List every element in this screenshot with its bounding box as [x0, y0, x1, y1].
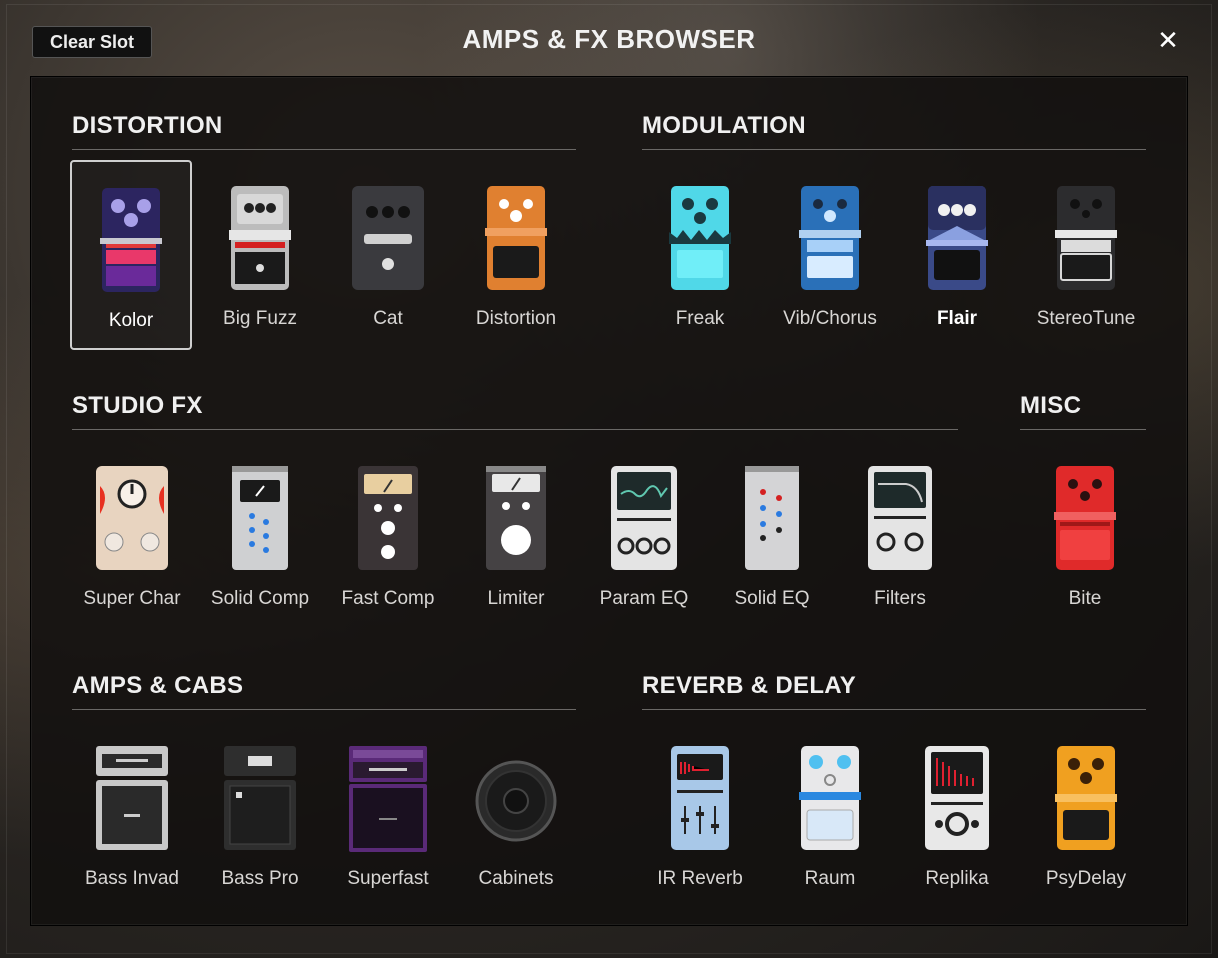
section-title-studio-fx: STUDIO FX	[72, 392, 958, 430]
item-label: Replika	[925, 868, 989, 889]
kolor-pedal-icon	[100, 188, 162, 292]
item-label: Fast Comp	[341, 588, 435, 609]
item-label: Cabinets	[478, 868, 554, 889]
section-title-reverb-delay: REVERB & DELAY	[642, 672, 1146, 710]
item-label: Param EQ	[599, 588, 689, 609]
item-super-char[interactable]: Super Char	[71, 440, 193, 630]
item-label: Solid Comp	[210, 588, 310, 609]
section-title-amps-cabs: AMPS & CABS	[72, 672, 576, 710]
item-bass-invad[interactable]: Bass Invad	[71, 720, 193, 910]
item-label: Limiter	[487, 588, 545, 609]
item-label: Flair	[936, 308, 978, 329]
filters-pedal-icon	[868, 466, 932, 570]
ir-reverb-pedal-icon	[669, 746, 731, 850]
cat-pedal-icon	[352, 186, 424, 290]
bass-invad-amp-icon	[96, 746, 168, 850]
item-filters[interactable]: Filters	[839, 440, 961, 630]
item-raum[interactable]: Raum	[769, 720, 891, 910]
section-reverb-delay: REVERB & DELAY IR Reverb Raum Replika Ps…	[642, 672, 1146, 889]
item-label: Superfast	[347, 868, 429, 889]
close-icon[interactable]: ✕	[1152, 24, 1184, 56]
item-label: Vib/Chorus	[783, 308, 877, 329]
item-superfast[interactable]: Superfast	[327, 720, 449, 910]
browser-title: AMPS & FX BROWSER	[462, 24, 756, 54]
solid-eq-pedal-icon	[745, 466, 799, 570]
item-label: Super Char	[83, 588, 181, 609]
item-replika[interactable]: Replika	[896, 720, 1018, 910]
section-title-modulation: MODULATION	[642, 112, 1146, 150]
item-label: Distortion	[475, 308, 557, 329]
item-bass-pro[interactable]: Bass Pro	[199, 720, 321, 910]
item-cabinets[interactable]: Cabinets	[455, 720, 577, 910]
section-misc: MISC Bite	[1020, 392, 1146, 609]
item-kolor[interactable]: Kolor	[70, 160, 192, 350]
item-label: Filters	[874, 588, 926, 609]
item-stereotune[interactable]: StereoTune	[1025, 160, 1147, 350]
param-eq-pedal-icon	[611, 466, 677, 570]
item-bite[interactable]: Bite	[1024, 440, 1146, 630]
flair-pedal-icon	[926, 186, 988, 290]
item-big-fuzz[interactable]: Big Fuzz	[199, 160, 321, 350]
big-fuzz-pedal-icon	[229, 186, 291, 290]
item-solid-comp[interactable]: Solid Comp	[199, 440, 321, 630]
item-label: StereoTune	[1036, 308, 1136, 329]
item-label: Bass Invad	[85, 868, 179, 889]
item-label: Cat	[373, 308, 403, 329]
psydelay-pedal-icon	[1055, 746, 1117, 850]
item-solid-eq[interactable]: Solid EQ	[711, 440, 833, 630]
cabinets-speaker-icon	[475, 760, 557, 842]
solid-comp-pedal-icon	[232, 466, 288, 570]
item-ir-reverb[interactable]: IR Reverb	[639, 720, 761, 910]
item-fast-comp[interactable]: Fast Comp	[327, 440, 449, 630]
item-label: Big Fuzz	[223, 308, 297, 329]
item-freak[interactable]: Freak	[639, 160, 761, 350]
item-label: Bass Pro	[221, 868, 299, 889]
section-title-misc: MISC	[1020, 392, 1146, 430]
raum-pedal-icon	[799, 746, 861, 850]
item-cat[interactable]: Cat	[327, 160, 449, 350]
item-label: Bite	[1068, 588, 1102, 609]
section-title-distortion: DISTORTION	[72, 112, 576, 150]
item-label: Raum	[804, 868, 856, 889]
section-studio-fx: STUDIO FX Super Char Solid Comp Fast Com…	[72, 392, 958, 609]
item-vib-chorus[interactable]: Vib/Chorus	[769, 160, 891, 350]
distortion-pedal-icon	[485, 186, 547, 290]
item-label: Freak	[675, 308, 725, 329]
bass-pro-amp-icon	[224, 746, 296, 850]
stereotune-pedal-icon	[1055, 186, 1117, 290]
section-modulation: MODULATION Freak Vib/Chorus Flair Stereo…	[642, 112, 1146, 329]
item-param-eq[interactable]: Param EQ	[583, 440, 705, 630]
item-psydelay[interactable]: PsyDelay	[1025, 720, 1147, 910]
item-label: IR Reverb	[657, 868, 743, 889]
item-label: Solid EQ	[734, 588, 810, 609]
section-distortion: DISTORTION Kolor Big Fuzz Cat Distortion	[70, 112, 576, 350]
item-distortion[interactable]: Distortion	[455, 160, 577, 350]
item-flair[interactable]: Flair	[896, 160, 1018, 350]
item-label: PsyDelay	[1045, 868, 1127, 889]
superfast-amp-icon	[349, 746, 427, 852]
replika-pedal-icon	[925, 746, 989, 850]
bite-pedal-icon	[1054, 466, 1116, 570]
item-label: Kolor	[108, 310, 154, 331]
item-limiter[interactable]: Limiter	[455, 440, 577, 630]
limiter-pedal-icon	[486, 466, 546, 570]
super-char-pedal-icon	[96, 466, 168, 570]
vib-chorus-pedal-icon	[799, 186, 861, 290]
fast-comp-pedal-icon	[358, 466, 418, 570]
section-amps-cabs: AMPS & CABS Bass Invad Bass Pro Superfas…	[72, 672, 576, 889]
freak-pedal-icon	[669, 186, 731, 290]
